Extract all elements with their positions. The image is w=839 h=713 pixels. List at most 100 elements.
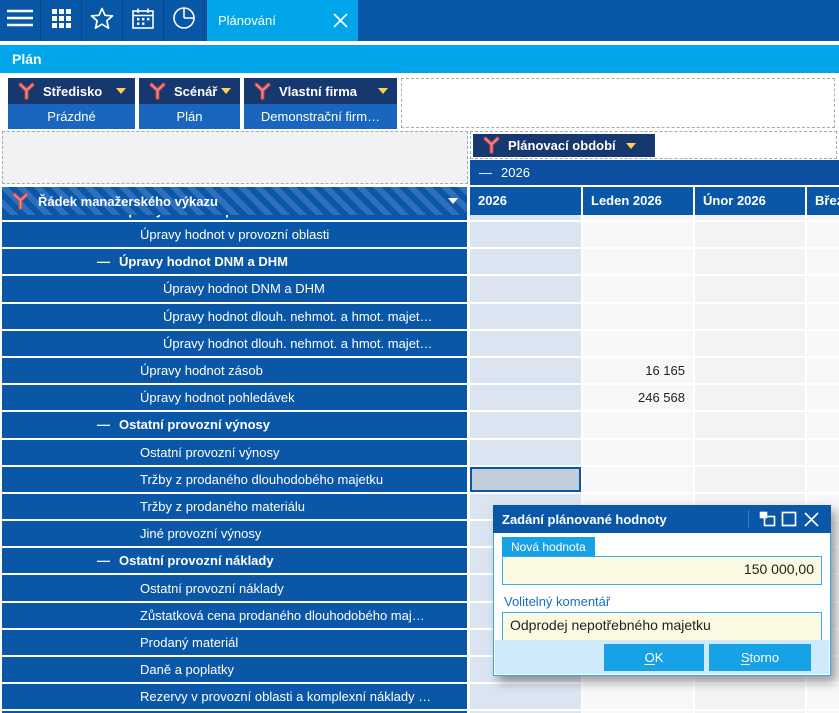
data-cell[interactable] (695, 466, 805, 492)
apps-grid-button[interactable] (41, 0, 82, 41)
column-header[interactable]: Leden 2026 (583, 187, 693, 215)
collapse-icon[interactable]: — (97, 215, 110, 218)
data-cell[interactable] (695, 215, 805, 220)
filter-chip-header[interactable]: Středisko (8, 78, 135, 104)
tab-planovani[interactable]: Plánování (207, 0, 358, 41)
data-cell[interactable] (470, 222, 581, 248)
data-cell[interactable] (470, 684, 581, 710)
data-cell[interactable] (470, 215, 581, 220)
row-header-band[interactable]: Řádek manažerského výkazu (2, 187, 467, 215)
row-label-cell[interactable]: Prodaný materiál (2, 629, 467, 655)
comment-input[interactable]: Odprodej nepotřebného majetku (502, 612, 822, 641)
filter-chip-vlastni-firma[interactable]: Vlastní firma Demonstrační firm… (244, 78, 397, 129)
data-cell[interactable] (695, 276, 805, 302)
data-cell[interactable] (807, 330, 839, 356)
row-label-cell[interactable]: Rezervy v provozní oblasti a komplexní n… (2, 684, 467, 710)
row-label-cell[interactable]: — Ostatní provozní výnosy (2, 412, 467, 438)
data-cell[interactable] (695, 439, 805, 465)
data-cell[interactable] (583, 684, 693, 710)
data-cell[interactable] (470, 249, 581, 275)
data-cell[interactable] (807, 357, 839, 384)
data-cell[interactable] (807, 222, 839, 248)
row-label-cell[interactable]: — Úpravy hodnot v provozní oblasti (2, 215, 467, 220)
filter-chip-scenar[interactable]: Scénář Plán (139, 78, 240, 129)
data-cell[interactable] (470, 276, 581, 302)
data-cell[interactable] (470, 466, 581, 492)
chart-button[interactable] (164, 0, 205, 41)
row-label-cell[interactable]: Úpravy hodnot v provozní oblasti (2, 222, 467, 248)
data-cell[interactable] (695, 412, 805, 438)
column-header[interactable]: Únor 2026 (695, 187, 805, 215)
favorites-button[interactable] (82, 0, 123, 41)
data-cell[interactable]: 246 568 (583, 385, 693, 411)
data-cell[interactable] (695, 249, 805, 275)
data-cell[interactable] (807, 439, 839, 465)
data-cell[interactable] (583, 412, 693, 438)
period-group-row[interactable]: — 2026 (470, 160, 839, 185)
tab-close-icon[interactable] (332, 12, 348, 28)
dialog-title-bar[interactable]: Zadání plánované hodnoty (493, 505, 831, 533)
row-label-cell[interactable]: Úpravy hodnot zásob (2, 357, 467, 384)
ok-button[interactable]: OK (604, 644, 704, 671)
row-label-cell[interactable]: Úpravy hodnot dlouh. nehmot. a hmot. maj… (2, 330, 467, 356)
data-cell[interactable] (470, 303, 581, 329)
data-cell[interactable] (583, 222, 693, 248)
menu-button[interactable] (0, 0, 41, 41)
row-label-cell[interactable]: Tržby z prodaného materiálu (2, 493, 467, 520)
data-cell[interactable] (470, 357, 581, 384)
data-cell[interactable] (807, 249, 839, 275)
filter-chip-stredisko[interactable]: Středisko Prázdné (8, 78, 135, 129)
row-label-cell[interactable]: Zůstatková cena prodaného dlouhodobého m… (2, 602, 467, 628)
data-cell[interactable] (807, 385, 839, 411)
data-cell[interactable] (695, 222, 805, 248)
column-header[interactable]: 2026 (470, 187, 581, 215)
row-label-cell[interactable]: Jiné provozní výnosy (2, 521, 467, 547)
data-cell[interactable] (807, 412, 839, 438)
data-cell[interactable] (583, 303, 693, 329)
data-cell[interactable] (807, 215, 839, 220)
data-cell[interactable] (695, 357, 805, 384)
data-cell[interactable] (583, 215, 693, 220)
cancel-button[interactable]: Storno (709, 644, 811, 671)
row-label-cell[interactable]: Tržby z prodaného dlouhodobého majetku (2, 466, 467, 492)
data-cell[interactable] (583, 466, 693, 492)
float-window-icon[interactable] (756, 509, 778, 529)
collapse-icon[interactable]: — (97, 254, 110, 269)
data-cell[interactable] (807, 303, 839, 329)
filter-chip-header[interactable]: Vlastní firma (244, 78, 397, 104)
data-cell[interactable] (470, 412, 581, 438)
data-cell[interactable]: 16 165 (583, 357, 693, 384)
collapse-icon[interactable]: — (97, 553, 110, 568)
row-label-cell[interactable]: Ostatní provozní výnosy (2, 439, 467, 465)
data-cell[interactable] (470, 330, 581, 356)
maximize-icon[interactable] (778, 509, 800, 529)
calendar-button[interactable] (123, 0, 164, 41)
data-cell[interactable] (583, 249, 693, 275)
row-label-cell[interactable]: Úpravy hodnot DNM a DHM (2, 276, 467, 302)
data-cell[interactable] (807, 466, 839, 492)
data-cell[interactable] (695, 385, 805, 411)
row-label-cell[interactable]: Úpravy hodnot pohledávek (2, 385, 467, 411)
data-cell[interactable] (583, 439, 693, 465)
data-cell[interactable] (470, 439, 581, 465)
data-cell[interactable] (470, 385, 581, 411)
collapse-icon[interactable]: — (479, 165, 492, 180)
data-cell[interactable] (807, 684, 839, 710)
filter-value[interactable]: Plán (139, 104, 240, 129)
data-cell[interactable] (695, 684, 805, 710)
filter-chip-header[interactable]: Scénář (139, 78, 240, 104)
row-label-cell[interactable]: Úpravy hodnot dlouh. nehmot. a hmot. maj… (2, 303, 467, 329)
collapse-icon[interactable]: — (97, 417, 110, 432)
row-label-cell[interactable]: — Ostatní provozní náklady (2, 548, 467, 574)
data-cell[interactable] (583, 276, 693, 302)
data-cell[interactable] (695, 303, 805, 329)
row-label-cell[interactable]: Daně a poplatky (2, 657, 467, 683)
filter-chip-planovaci-obdobi[interactable]: Plánovací období (473, 134, 655, 157)
data-cell[interactable] (583, 330, 693, 356)
filter-value[interactable]: Demonstrační firm… (244, 104, 397, 129)
close-icon[interactable] (800, 509, 822, 529)
data-cell[interactable] (807, 276, 839, 302)
row-label-cell[interactable]: — Úpravy hodnot DNM a DHM (2, 249, 467, 275)
filter-value[interactable]: Prázdné (8, 104, 135, 129)
data-cell[interactable] (695, 330, 805, 356)
